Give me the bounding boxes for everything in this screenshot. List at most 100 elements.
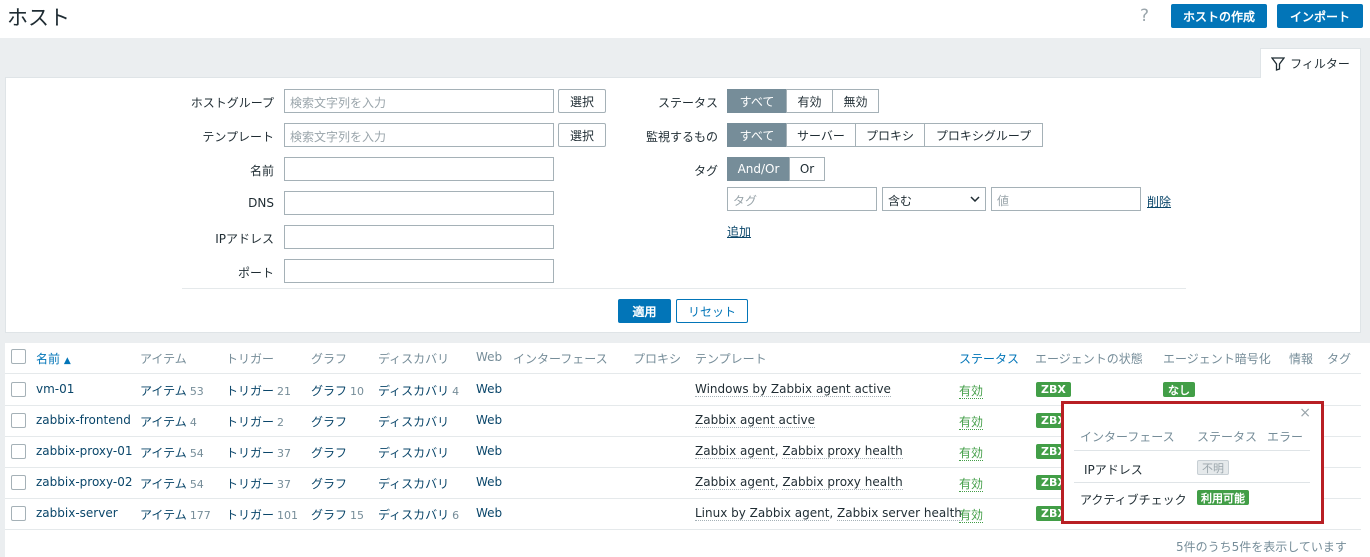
dns-input[interactable] [284,191,554,215]
web-link[interactable]: Web [476,382,502,396]
triggers-link[interactable]: トリガー 2 [226,413,284,430]
template-link[interactable]: Zabbix agent [695,444,775,459]
triggers-link[interactable]: トリガー 21 [226,382,291,399]
header-status[interactable]: ステータス [959,350,1019,367]
triggers-link[interactable]: トリガー 101 [226,506,298,523]
host-name-link[interactable]: zabbix-frontend [36,413,131,427]
ip-label: IPアドレス [215,232,274,246]
template-link[interactable]: Zabbix server health [837,506,962,521]
help-icon[interactable]: ? [1140,6,1149,26]
host-group-select-button[interactable]: 選択 [558,89,606,113]
filter-panel: ホストグループ 検索文字列を入力 選択 テンプレート 検索文字列を入力 選択 名… [5,77,1361,333]
add-tag-link[interactable]: 追加 [727,223,751,240]
zbx-status-badge[interactable]: ZBX [1036,382,1071,397]
host-name-link[interactable]: vm-01 [36,382,74,396]
discovery-link[interactable]: ディスカバリ [378,444,452,461]
header-name[interactable]: 名前 ▲ [36,350,71,367]
graphs-link[interactable]: グラフ [311,413,350,430]
monitored-server-option[interactable]: サーバー [786,123,856,147]
status-cell[interactable]: 有効 [959,413,984,430]
tags-and-or-option[interactable]: And/Or [727,157,790,181]
row-checkbox[interactable] [11,382,26,397]
row-divider [5,529,1361,530]
templates-cell: Zabbix agent, Zabbix proxy health [695,475,903,490]
monitored-proxy-option[interactable]: プロキシ [855,123,925,147]
tag-operator-select[interactable]: 含む [882,187,986,211]
close-icon[interactable]: × [1299,405,1311,421]
row-checkbox[interactable] [11,413,26,428]
header-proxy: プロキシ [633,352,682,366]
monitored-proxy-group-option[interactable]: プロキシグループ [924,123,1043,147]
items-link[interactable]: アイテム 54 [140,444,204,461]
web-link[interactable]: Web [476,413,502,427]
port-input[interactable] [284,259,554,283]
status-all-option[interactable]: すべて [727,89,787,113]
web-link[interactable]: Web [476,506,502,520]
graphs-link[interactable]: グラフ 10 [311,382,364,399]
ip-input[interactable] [284,225,554,249]
web-link[interactable]: Web [476,475,502,489]
host-name-link[interactable]: zabbix-server [36,506,118,520]
triggers-link[interactable]: トリガー 37 [226,444,291,461]
tags-or-option[interactable]: Or [789,157,825,181]
host-group-label: ホストグループ [190,96,274,110]
template-link[interactable]: Zabbix agent active [695,413,816,428]
status-cell[interactable]: 有効 [959,444,984,461]
remove-tag-link[interactable]: 削除 [1147,193,1171,210]
header-web: Web [476,350,503,364]
reset-button[interactable]: リセット [676,299,748,323]
tag-name-input[interactable]: タグ [727,187,877,211]
status-disabled-option[interactable]: 無効 [832,89,879,113]
filter-icon [1271,56,1286,71]
name-input[interactable] [284,157,554,181]
items-link[interactable]: アイテム 54 [140,475,204,492]
status-enabled-option[interactable]: 有効 [786,89,833,113]
select-all-checkbox[interactable] [11,349,26,364]
template-link[interactable]: Linux by Zabbix agent [695,506,830,521]
graphs-link[interactable]: グラフ [311,444,350,461]
items-link[interactable]: アイテム 4 [140,413,197,430]
header-items: アイテム [140,352,187,366]
template-link[interactable]: Zabbix proxy health [782,444,903,459]
row-checkbox[interactable] [11,444,26,459]
header-interface: インターフェース [513,352,608,366]
graphs-link[interactable]: グラフ [311,475,350,492]
triggers-link[interactable]: トリガー 37 [226,475,291,492]
row-checkbox[interactable] [11,475,26,490]
discovery-link[interactable]: ディスカバリ [378,413,452,430]
popup-header-interface: インターフェース [1080,430,1175,444]
tag-value-input[interactable]: 値 [991,187,1141,211]
status-cell[interactable]: 有効 [959,475,984,492]
row-checkbox[interactable] [11,506,26,521]
popup-header-divider [1074,450,1310,451]
apply-button[interactable]: 適用 [618,299,671,323]
items-link[interactable]: アイテム 177 [140,506,211,523]
monitored-by-segment: すべて サーバー プロキシ プロキシグループ [727,123,1043,147]
header-tags: タグ [1327,352,1352,366]
create-host-button[interactable]: ホストの作成 [1171,4,1267,28]
import-button[interactable]: インポート [1277,4,1363,28]
template-link[interactable]: Zabbix proxy health [782,475,903,490]
host-name-link[interactable]: zabbix-proxy-02 [36,475,133,489]
host-name-link[interactable]: zabbix-proxy-01 [36,444,133,458]
graphs-link[interactable]: グラフ 15 [311,506,364,523]
discovery-link[interactable]: ディスカバリ [378,475,452,492]
host-group-input[interactable]: 検索文字列を入力 [284,89,554,113]
discovery-link[interactable]: ディスカバリ 4 [378,382,459,399]
template-link[interactable]: Windows by Zabbix agent active [695,382,891,397]
templates-cell: Zabbix agent, Zabbix proxy health [695,444,903,459]
pagination-summary: 5件のうち5件を表示しています [1176,540,1347,554]
popup-header-error: エラー [1267,430,1304,444]
monitored-all-option[interactable]: すべて [727,123,787,147]
status-cell[interactable]: 有効 [959,382,984,399]
template-link[interactable]: Zabbix agent [695,475,775,490]
template-label: テンプレート [202,130,274,144]
template-select-button[interactable]: 選択 [558,123,606,147]
discovery-link[interactable]: ディスカバリ 6 [378,506,459,523]
status-cell[interactable]: 有効 [959,506,984,523]
web-link[interactable]: Web [476,444,502,458]
filter-tab[interactable]: フィルター [1260,48,1361,78]
template-input[interactable]: 検索文字列を入力 [284,123,554,147]
popup-row-divider [1074,482,1310,483]
items-link[interactable]: アイテム 53 [140,382,204,399]
